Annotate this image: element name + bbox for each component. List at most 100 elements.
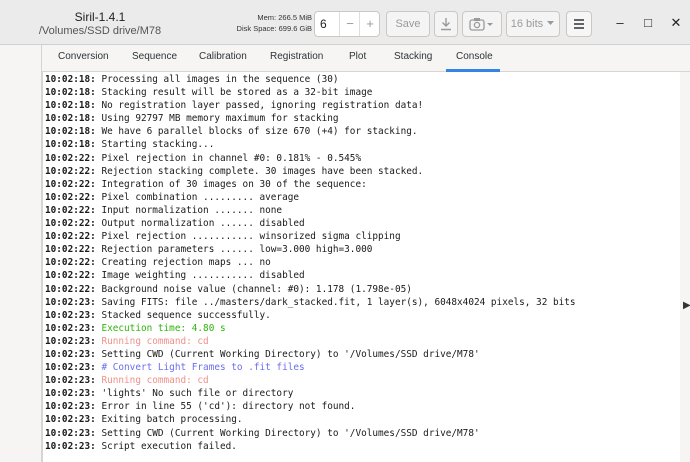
log-message: Starting stacking... bbox=[95, 139, 215, 151]
log-timestamp: 10:02:23: bbox=[45, 427, 96, 439]
bit-depth-dropdown[interactable]: 16 bits bbox=[506, 11, 560, 37]
console-line: 10:02:22: Image weighting ........... di… bbox=[45, 269, 576, 282]
tab-stacking[interactable]: Stacking bbox=[394, 51, 432, 62]
log-message: Setting CWD (Current Working Directory) … bbox=[95, 348, 480, 360]
console-line: 10:02:18: Processing all images in the s… bbox=[45, 73, 576, 86]
panel-expand-icon[interactable]: ▶ bbox=[683, 300, 690, 311]
tab-bar: Conversion Sequence Calibration Registra… bbox=[42, 45, 690, 72]
chevron-down-icon bbox=[547, 21, 555, 25]
console-line: 10:02:23: Stacked sequence successfully. bbox=[45, 309, 576, 322]
log-timestamp: 10:02:23: bbox=[45, 401, 96, 413]
disk-space: Disk Space: 699.6 GiB bbox=[236, 24, 312, 33]
log-message: Rejection stacking complete. 30 images h… bbox=[95, 165, 424, 177]
console-line: 10:02:22: Output normalization ...... di… bbox=[45, 217, 576, 230]
working-directory: /Volumes/SSD drive/M78 bbox=[38, 25, 162, 37]
console-line: 10:02:23: 'lights' No such file or direc… bbox=[45, 387, 576, 400]
log-timestamp: 10:02:23: bbox=[45, 440, 96, 452]
bit-depth-value: 16 bits bbox=[510, 18, 544, 30]
save-button[interactable]: Save bbox=[386, 11, 430, 37]
log-message: Exiting batch processing. bbox=[95, 414, 243, 426]
thread-count-spinner[interactable]: 6 − + bbox=[314, 11, 380, 37]
memory-usage: Mem: 266.5 MiB bbox=[257, 13, 312, 22]
maximize-icon[interactable]: □ bbox=[637, 12, 659, 34]
snapshot-button[interactable] bbox=[462, 11, 502, 37]
log-message: Pixel rejection ........... winsorized s… bbox=[95, 231, 401, 243]
thread-count-value[interactable]: 6 bbox=[320, 17, 327, 31]
tab-sequence[interactable]: Sequence bbox=[132, 51, 177, 62]
log-timestamp: 10:02:23: bbox=[45, 414, 96, 426]
log-message: Running command: cd bbox=[95, 335, 209, 347]
log-message: # Convert Light Frames to .fit files bbox=[95, 362, 305, 374]
log-message: Processing all images in the sequence (3… bbox=[95, 74, 339, 85]
log-message: Saving FITS: file ../masters/dark_stacke… bbox=[95, 296, 576, 308]
tab-conversion[interactable]: Conversion bbox=[58, 51, 109, 62]
log-message: Image weighting ........... disabled bbox=[95, 270, 305, 282]
tab-calibration[interactable]: Calibration bbox=[199, 51, 247, 62]
log-message: Stacking result will be stored as a 32-b… bbox=[95, 87, 373, 99]
console-line: 10:02:23: # Convert Light Frames to .fit… bbox=[45, 361, 576, 374]
log-timestamp: 10:02:23: bbox=[45, 362, 96, 374]
log-timestamp: 10:02:18: bbox=[45, 126, 96, 138]
console-line: 10:02:23: Exiting batch processing. bbox=[45, 413, 576, 426]
log-timestamp: 10:02:22: bbox=[45, 152, 96, 164]
log-timestamp: 10:02:22: bbox=[45, 165, 96, 177]
console-line: 10:02:18: Starting stacking... bbox=[45, 138, 576, 151]
log-timestamp: 10:02:22: bbox=[45, 178, 96, 190]
log-message: Creating rejection maps ... no bbox=[95, 257, 271, 269]
log-timestamp: 10:02:22: bbox=[45, 244, 96, 256]
tab-plot[interactable]: Plot bbox=[349, 51, 366, 62]
resource-info: Mem: 266.5 MiB Disk Space: 699.6 GiB bbox=[232, 12, 312, 34]
minimize-icon[interactable]: – bbox=[609, 12, 631, 34]
console-line: 10:02:22: Integration of 30 images on 30… bbox=[45, 178, 576, 191]
log-timestamp: 10:02:23: bbox=[45, 348, 96, 360]
console-line: 10:02:22: Creating rejection maps ... no bbox=[45, 256, 576, 269]
log-message: Pixel combination ......... average bbox=[95, 191, 300, 203]
log-message: Script execution failed. bbox=[95, 440, 237, 452]
console-line: 10:02:22: Rejection parameters ...... lo… bbox=[45, 243, 576, 256]
log-timestamp: 10:02:23: bbox=[45, 335, 96, 347]
log-message: We have 6 parallel blocks of size 670 (+… bbox=[95, 126, 418, 138]
console-line: 10:02:18: We have 6 parallel blocks of s… bbox=[45, 125, 576, 138]
console-line: 10:02:23: Running command: cd bbox=[45, 374, 576, 387]
close-icon[interactable]: ✕ bbox=[665, 12, 687, 34]
console-line: 10:02:22: Input normalization ....... no… bbox=[45, 204, 576, 217]
header-bar: Siril-1.4.1 /Volumes/SSD drive/M78 Mem: … bbox=[0, 0, 690, 45]
log-timestamp: 10:02:22: bbox=[45, 231, 96, 243]
console-log[interactable]: 10:02:18: Processing all images in the s… bbox=[42, 72, 680, 462]
log-message: Stacked sequence successfully. bbox=[95, 309, 271, 321]
log-message: Input normalization ....... none bbox=[95, 204, 283, 216]
log-timestamp: 10:02:18: bbox=[45, 87, 96, 99]
main-menu-button[interactable] bbox=[566, 11, 592, 37]
console-line: 10:02:18: Stacking result will be stored… bbox=[45, 86, 576, 99]
log-message: Execution time: 4.80 s bbox=[95, 322, 226, 334]
decrement-button[interactable]: − bbox=[339, 12, 360, 36]
log-timestamp: 10:02:18: bbox=[45, 113, 96, 125]
console-line: 10:02:22: Background noise value (channe… bbox=[45, 283, 576, 296]
tab-registration[interactable]: Registration bbox=[270, 51, 323, 62]
console-line: 10:02:18: Using 92797 MB memory maximum … bbox=[45, 112, 576, 125]
console-line: 10:02:22: Pixel rejection ........... wi… bbox=[45, 230, 576, 243]
log-message: Rejection parameters ...... low=3.000 hi… bbox=[95, 244, 373, 256]
console-line: 10:02:23: Running command: cd bbox=[45, 335, 576, 348]
log-message: Integration of 30 images on 30 of the se… bbox=[95, 178, 367, 190]
console-line: 10:02:22: Rejection stacking complete. 3… bbox=[45, 165, 576, 178]
image-view-pane bbox=[0, 45, 42, 462]
log-timestamp: 10:02:22: bbox=[45, 257, 96, 269]
log-message: 'lights' No such file or directory bbox=[95, 388, 294, 400]
download-icon bbox=[441, 18, 451, 31]
log-message: Output normalization ...... disabled bbox=[95, 218, 305, 230]
log-message: Error in line 55 ('cd'): directory not f… bbox=[95, 401, 356, 413]
log-timestamp: 10:02:22: bbox=[45, 270, 96, 282]
log-message: Background noise value (channel: #0): 1.… bbox=[95, 283, 412, 295]
tab-console[interactable]: Console bbox=[456, 51, 493, 62]
log-message: Using 92797 MB memory maximum for stacki… bbox=[95, 113, 339, 125]
camera-icon bbox=[469, 18, 493, 31]
console-line: 10:02:23: Setting CWD (Current Working D… bbox=[45, 348, 576, 361]
log-timestamp: 10:02:23: bbox=[45, 322, 96, 334]
increment-button[interactable]: + bbox=[359, 12, 380, 36]
console-lines: 10:02:18: Processing all images in the s… bbox=[45, 73, 576, 453]
log-message: Running command: cd bbox=[95, 375, 209, 387]
log-timestamp: 10:02:23: bbox=[45, 388, 96, 400]
save-as-button[interactable] bbox=[434, 11, 458, 37]
log-timestamp: 10:02:23: bbox=[45, 296, 96, 308]
